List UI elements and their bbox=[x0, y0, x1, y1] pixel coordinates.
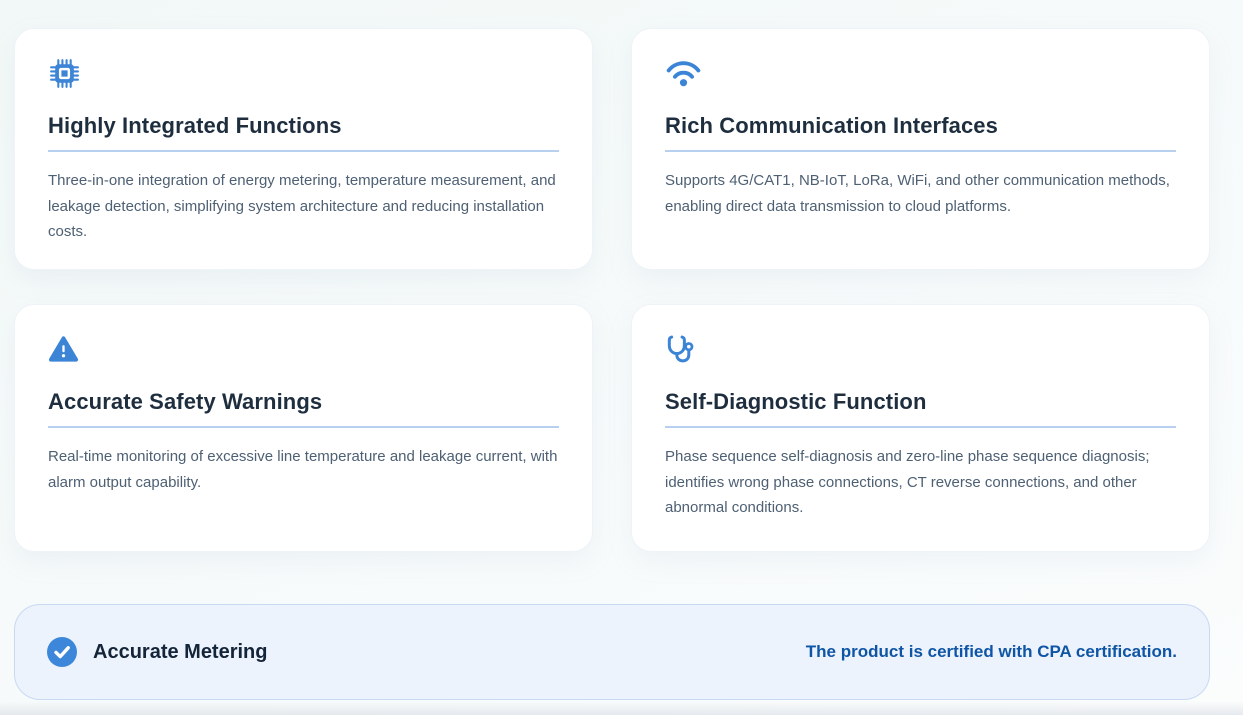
feature-card-description: Real-time monitoring of excessive line t… bbox=[48, 444, 559, 495]
feature-card-description: Three-in-one integration of energy meter… bbox=[48, 168, 559, 245]
feature-card-diagnostic: Self-Diagnostic Function Phase sequence … bbox=[631, 304, 1210, 552]
check-circle-icon bbox=[47, 637, 77, 667]
product-features-section: Highly Integrated Functions Three-in-one… bbox=[14, 28, 1210, 700]
title-divider bbox=[665, 150, 1176, 152]
title-divider bbox=[48, 150, 559, 152]
feature-card-title: Rich Communication Interfaces bbox=[665, 113, 1176, 139]
feature-card-description: Phase sequence self-diagnosis and zero-l… bbox=[665, 444, 1176, 521]
warning-triangle-icon bbox=[48, 332, 559, 366]
feature-card-title: Accurate Safety Warnings bbox=[48, 389, 559, 415]
feature-cards-grid: Highly Integrated Functions Three-in-one… bbox=[14, 28, 1210, 552]
feature-card-safety: Accurate Safety Warnings Real-time monit… bbox=[14, 304, 593, 552]
banner-title: Accurate Metering bbox=[93, 641, 268, 664]
title-divider bbox=[48, 426, 559, 428]
certification-note: The product is certified with CPA certif… bbox=[806, 642, 1177, 662]
feature-card-communication: Rich Communication Interfaces Supports 4… bbox=[631, 28, 1210, 270]
next-section-shadow bbox=[0, 701, 1243, 715]
banner-left-group: Accurate Metering bbox=[47, 637, 268, 667]
title-divider bbox=[665, 426, 1176, 428]
microchip-icon bbox=[48, 56, 559, 90]
certification-banner: Accurate Metering The product is certifi… bbox=[14, 604, 1210, 700]
feature-card-title: Highly Integrated Functions bbox=[48, 113, 559, 139]
feature-card-title: Self-Diagnostic Function bbox=[665, 389, 1176, 415]
feature-card-integration: Highly Integrated Functions Three-in-one… bbox=[14, 28, 593, 270]
feature-card-description: Supports 4G/CAT1, NB-IoT, LoRa, WiFi, an… bbox=[665, 168, 1176, 219]
stethoscope-icon bbox=[665, 332, 1176, 366]
wifi-icon bbox=[665, 56, 1176, 90]
